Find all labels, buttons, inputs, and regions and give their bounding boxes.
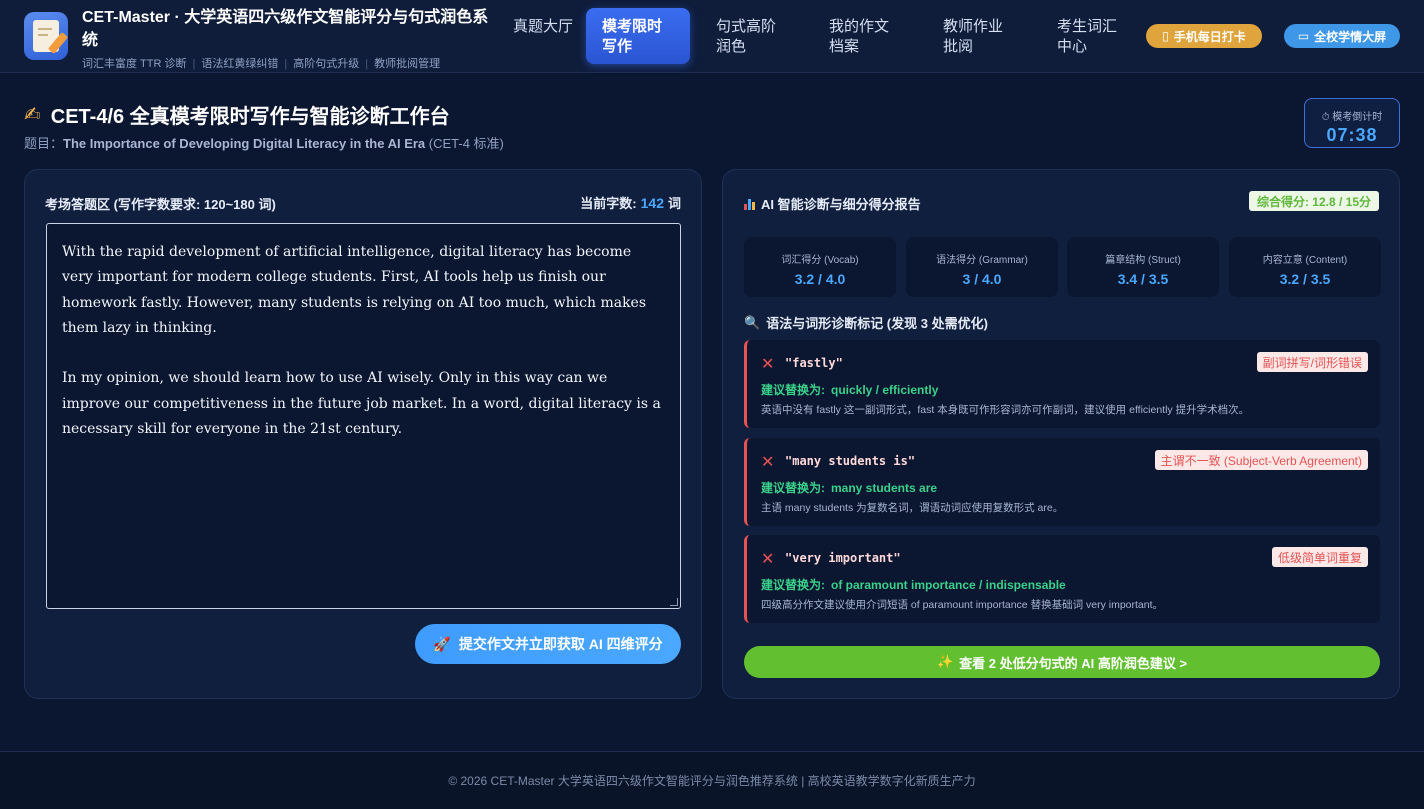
footer-text: © 2026 CET-Master 大学英语四六级作文智能评分与润色推荐系统 |…: [448, 774, 976, 788]
nav-my-essays[interactable]: 我的作文档案: [813, 8, 917, 64]
app-subtitle: 词汇丰富度 TTR 诊断 | 语法红黄绿纠错 | 高阶句式升级 | 教师批阅管理: [82, 58, 441, 70]
footer: © 2026 CET-Master 大学英语四六级作文智能评分与润色推荐系统 |…: [0, 751, 1424, 809]
report-panel: AI 智能诊断与细分得分报告 综合得分: 12.8 / 15分 词汇得分 (Vo…: [722, 169, 1400, 699]
score-card-content: 内容立意 (Content) 3.2 / 3.5: [1229, 237, 1381, 297]
total-score-badge: 综合得分: 12.8 / 15分: [1248, 191, 1379, 211]
nav-sentence-polish[interactable]: 句式高阶润色: [700, 8, 804, 64]
error-x-icon: ✕: [761, 454, 775, 471]
issue-suggestion: 建议替换为: quickly / efficiently: [761, 383, 939, 397]
feature-ttr: 词汇丰富度 TTR 诊断: [82, 58, 187, 70]
rocket-icon: 🚀: [433, 635, 451, 652]
error-x-icon: ✕: [761, 551, 775, 568]
app-logo-icon: [24, 12, 69, 60]
issue-explanation: 主语 many students 为复数名词，谓语动词应使用复数形式 are。: [761, 502, 1064, 514]
diagnosis-title: 🔍 语法与词形诊断标记 (发现 3 处需优化): [744, 314, 988, 332]
issue-tag: 主谓不一致 (Subject-Verb Agreement): [1154, 450, 1368, 470]
view-polish-suggestions-button[interactable]: ✨ 查看 2 处低分句式的 AI 高阶润色建议 >: [744, 646, 1380, 678]
essay-paragraph: In my opinion, we should learn how to us…: [62, 370, 661, 438]
issue-card[interactable]: ✕ "very important" 低级简单词重复 建议替换为: of para…: [744, 535, 1380, 623]
issue-suggestion: 建议替换为: many students are: [761, 481, 938, 495]
word-count-value: 142: [640, 195, 664, 211]
issue-tag: 副词拼写/词形错误: [1256, 352, 1368, 372]
writing-hand-icon: ✍: [24, 104, 41, 126]
phone-icon: ▯: [1162, 29, 1169, 43]
feature-teacher: 教师批阅管理: [374, 58, 441, 70]
timer-value: 07:38: [1326, 125, 1378, 145]
magnifier-icon: 🔍: [744, 314, 761, 330]
issue-suggestion: 建议替换为: of paramount importance / indispen…: [761, 578, 1066, 592]
issue-tag: 低级简单词重复: [1271, 547, 1368, 567]
countdown-timer: ⏱ 模考倒计时 07:38: [1304, 98, 1400, 148]
nav-teacher-review[interactable]: 教师作业批阅: [927, 8, 1031, 64]
score-card-structure: 篇章结构 (Struct) 3.4 / 3.5: [1067, 237, 1219, 297]
word-count: 当前字数: 142 词: [580, 195, 681, 211]
submit-essay-button[interactable]: 🚀 提交作文并立即获取 AI 四维评分: [415, 624, 681, 664]
campus-screen-button[interactable]: ▭ 全校学情大屏: [1284, 24, 1400, 48]
essay-paragraph: With the rapid development of artificial…: [62, 244, 647, 336]
nav-mock-writing[interactable]: 模考限时写作: [586, 8, 690, 64]
issue-card[interactable]: ✕ "many students is" 主谓不一致 (Subject-Verb…: [744, 438, 1380, 526]
issue-explanation: 英语中没有 fastly 这一副词形式，fast 本身既可作形容词亦可作副词，建…: [761, 404, 1250, 416]
feature-sentence: 高阶句式升级: [293, 58, 360, 70]
feature-grammar: 语法红黄绿纠错: [201, 58, 279, 70]
essay-topic: 题目：The Importance of Developing Digital …: [24, 136, 504, 151]
issue-explanation: 四级高分作文建议使用介词短语 of paramount importance 替…: [761, 599, 1164, 611]
issue-card[interactable]: ✕ "fastly" 副词拼写/词形错误 建议替换为: quickly / eff…: [744, 340, 1380, 428]
stopwatch-icon: ⏱: [1321, 112, 1330, 123]
error-x-icon: ✕: [761, 356, 775, 373]
nav-vocab-center[interactable]: 考生词汇中心: [1041, 8, 1145, 64]
essay-textarea[interactable]: With the rapid development of artificial…: [46, 223, 681, 609]
issue-phrase: "very important": [785, 551, 901, 565]
page-title: ✍ CET-4/6 全真模考限时写作与智能诊断工作台: [24, 104, 450, 128]
answer-panel: 考场答题区 (写作字数要求: 120~180 词) 当前字数: 142 词 With…: [24, 169, 702, 699]
app-title: CET-Master · 大学英语四六级作文智能评分与句式润色系统: [82, 9, 489, 49]
sparkles-icon: ✨: [936, 654, 954, 669]
monitor-icon: ▭: [1297, 29, 1310, 43]
report-title: AI 智能诊断与细分得分报告: [744, 194, 921, 213]
issue-phrase: "many students is": [785, 454, 916, 468]
score-card-grammar: 语法得分 (Grammar) 3 / 4.0: [906, 237, 1058, 297]
daily-checkin-button[interactable]: ▯ 手机每日打卡: [1146, 24, 1262, 48]
issue-phrase: "fastly": [785, 356, 843, 370]
resize-handle[interactable]: [670, 598, 678, 606]
top-header: CET-Master · 大学英语四六级作文智能评分与句式润色系统 词汇丰富度 …: [0, 0, 1424, 73]
answer-area-title: 考场答题区 (写作字数要求: 120~180 词): [45, 197, 276, 212]
bar-chart-icon: [744, 198, 755, 210]
score-card-vocab: 词汇得分 (Vocab) 3.2 / 4.0: [744, 237, 896, 297]
